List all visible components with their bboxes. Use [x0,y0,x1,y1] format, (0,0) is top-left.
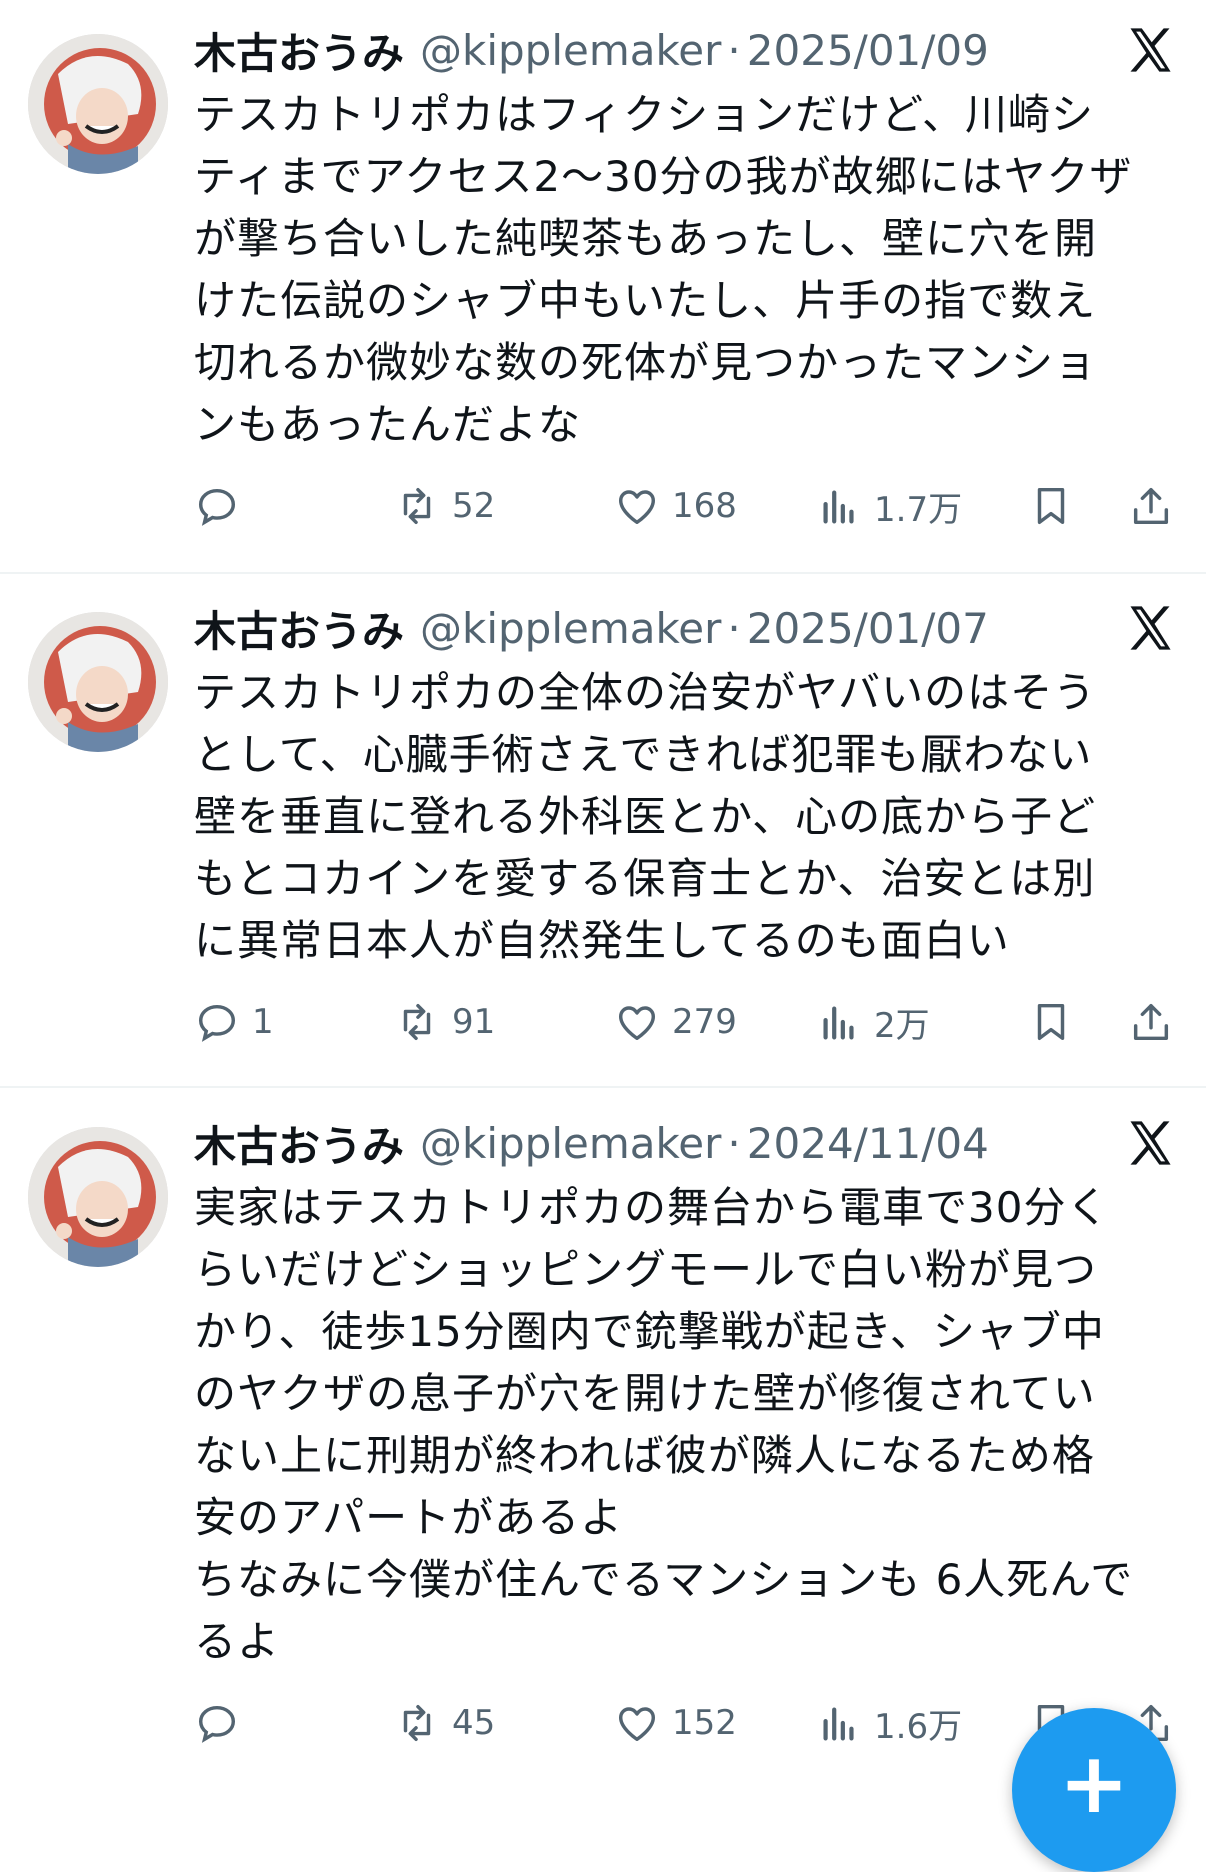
tweet-actions: 52 168 1.7万 [194,476,1174,536]
like-count: 152 [672,1703,737,1743]
display-name[interactable]: 木古おうみ [194,20,404,81]
tweet-header: 木古おうみ @kipplemaker · 2024/11/04 [194,1113,989,1173]
tweet-text-line: もとコカインを愛する保育士とか、治安とは別 [194,854,1096,903]
repost-count: 91 [452,1002,496,1042]
like-button[interactable]: 279 [614,992,737,1052]
avatar[interactable] [28,34,168,174]
timeline-feed: 木古おうみ @kipplemaker · 2025/01/09 テスカトリポカは… [0,0,1206,1872]
tweet-text-line: に異常日本人が自然発生してるのも面白い [194,916,1010,965]
display-name[interactable]: 木古おうみ [194,1113,404,1174]
repost-button[interactable]: 91 [394,992,495,1052]
x-logo-icon [1130,1121,1171,1165]
tweet-text-line: らいだけどショッピングモールで白い粉が見つ [194,1245,1098,1294]
tweet-text-line: ンもあったんだよな [194,400,582,449]
repost-count: 52 [452,486,496,526]
bookmark-icon [1037,487,1065,525]
user-handle[interactable]: @kipplemaker [420,604,721,653]
tweet-header: 木古おうみ @kipplemaker · 2025/01/07 [194,598,989,658]
user-handle[interactable]: @kipplemaker [420,26,721,75]
tweet-text-line: のヤクザの息子が穴を開けた壁が修復されてい [194,1369,1096,1418]
display-name[interactable]: 木古おうみ [194,598,404,659]
tweet-text-line: が撃ち合いした純喫茶もあったし、壁に穴を開 [194,214,1098,263]
tweet[interactable]: 木古おうみ @kipplemaker · 2025/01/09 テスカトリポカは… [0,0,1206,574]
like-button[interactable]: 168 [614,476,737,536]
tweet-text: テスカトリポカの全体の治安がヤバいのはそう として、心臓手術さえできれば犯罪も厭… [194,662,1184,972]
like-button[interactable]: 152 [614,1693,737,1753]
share-button[interactable] [1128,992,1174,1052]
tweet-actions: 1 91 279 2万 [194,992,1174,1052]
compose-button[interactable]: + [1012,1708,1176,1872]
tweet-text-line: ティまでアクセス2〜30分の我が故郷にはヤクザ [194,152,1133,201]
separator-dot: · [727,603,741,653]
tweet-text-line: 切れるか微妙な数の死体が見つかったマンショ [194,338,1098,387]
like-count: 279 [672,1002,737,1042]
tweet-text-line: かり、徒歩15分圏内で銃撃戦が起き、シャブ中 [194,1307,1105,1356]
bookmark-icon [1037,1003,1065,1041]
repost-icon [403,487,431,525]
separator-dot: · [727,1118,741,1168]
tweet-header: 木古おうみ @kipplemaker · 2025/01/09 [194,20,989,80]
repost-button[interactable]: 45 [394,1693,495,1753]
reply-button[interactable] [194,476,252,536]
views-button[interactable]: 2万 [816,992,930,1052]
reply-button[interactable]: 1 [194,992,274,1052]
tweet[interactable]: 木古おうみ @kipplemaker · 2025/01/07 テスカトリポカの… [0,578,1206,1088]
heart-icon [618,1707,656,1742]
tweet[interactable]: 木古おうみ @kipplemaker · 2024/11/04 実家はテスカトリ… [0,1093,1206,1798]
tweet-text-line: テスカトリポカはフィクションだけど、川崎シ [194,90,1095,139]
heart-icon [618,1006,656,1041]
separator-dot: · [727,25,741,75]
views-bar-chart-icon [823,1707,854,1741]
tweet-text-line: 壁を垂直に登れる外科医とか、心の底から子ど [194,792,1097,841]
repost-icon [403,1704,431,1742]
reply-icon [198,1705,236,1743]
tweet-text-line: として、心臓手術さえできれば犯罪も厭わない [194,730,1093,779]
views-bar-chart-icon [823,1006,854,1040]
views-button[interactable]: 1.6万 [816,1693,962,1753]
share-icon [1133,1003,1169,1041]
share-button[interactable] [1128,476,1174,536]
reply-button[interactable] [194,1693,252,1753]
views-bar-chart-icon [823,490,854,524]
views-count: 2万 [874,1005,930,1046]
x-logo-icon [1130,28,1171,72]
tweet-text: 実家はテスカトリポカの舞台から電車で30分く らいだけどショッピングモールで白い… [194,1177,1184,1673]
tweet-text-line: るよ [194,1617,281,1666]
bookmark-button[interactable] [1028,992,1074,1052]
bookmark-button[interactable] [1028,476,1074,536]
tweet-text-line: 実家はテスカトリポカの舞台から電車で30分く [194,1183,1110,1232]
tweet-text-line: けた伝説のシャブ中もいたし、片手の指で数え [194,276,1097,325]
tweet-date[interactable]: 2025/01/07 [747,604,989,653]
views-button[interactable]: 1.7万 [816,476,962,536]
tweet-text-line: テスカトリポカの全体の治安がヤバいのはそう [194,668,1097,717]
tweet-text-line: 安のアパートがあるよ [194,1493,624,1542]
reply-icon [198,488,236,526]
avatar[interactable] [28,1127,168,1267]
reply-icon [198,1004,236,1042]
share-icon [1133,487,1169,525]
repost-button[interactable]: 52 [394,476,495,536]
repost-icon [403,1003,431,1041]
x-logo-icon [1130,606,1171,650]
compose-plus-icon: + [1058,1734,1130,1832]
tweet-date[interactable]: 2025/01/09 [747,26,989,75]
user-handle[interactable]: @kipplemaker [420,1119,721,1168]
tweet-text-line: ちなみに今僕が住んでるマンションも 6人死んで [194,1555,1134,1604]
like-count: 168 [672,486,737,526]
views-count: 1.6万 [874,1706,963,1747]
tweet-date[interactable]: 2024/11/04 [747,1119,989,1168]
tweet-text-line: ない上に刑期が終われば彼が隣人になるため格 [194,1431,1095,1480]
heart-icon [618,490,656,525]
repost-count: 45 [452,1703,496,1743]
tweet-text: テスカトリポカはフィクションだけど、川崎シ ティまでアクセス2〜30分の我が故郷… [194,84,1184,456]
avatar[interactable] [28,612,168,752]
reply-count: 1 [252,1002,274,1042]
views-count: 1.7万 [874,489,963,530]
